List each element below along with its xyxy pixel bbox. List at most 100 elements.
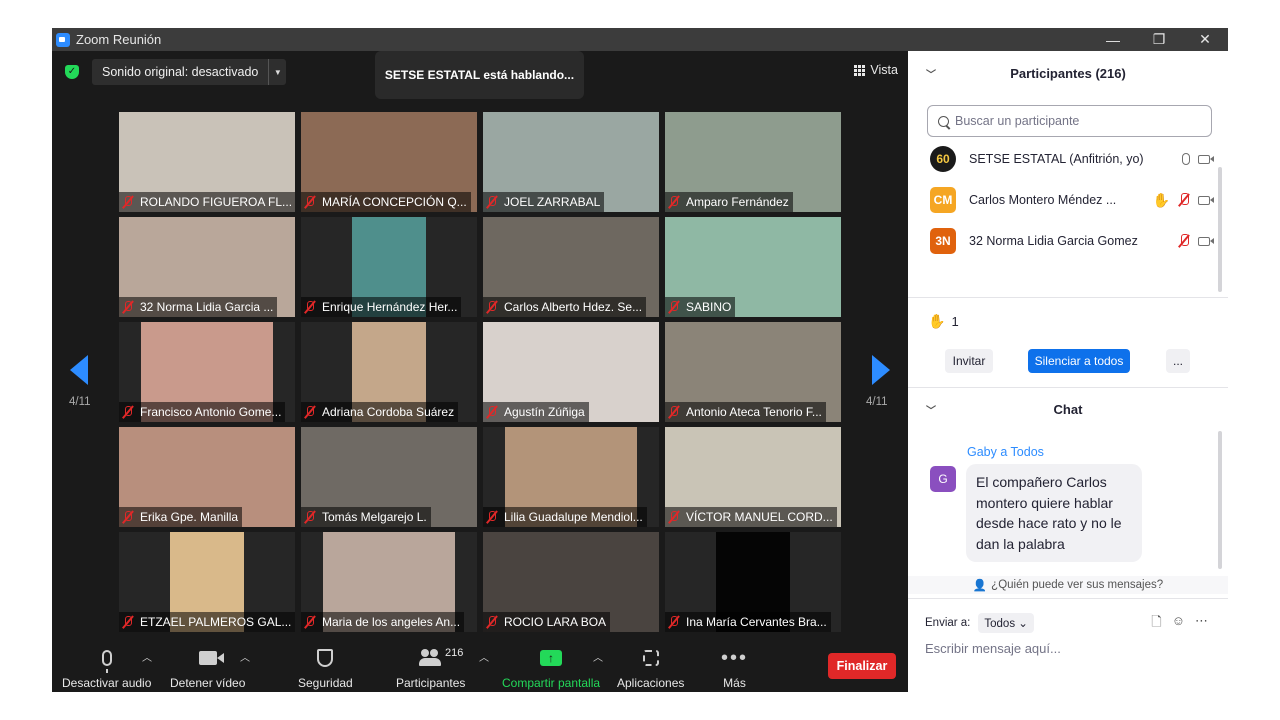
muted-microphone-icon [667, 510, 681, 524]
collapse-chevron-icon[interactable]: ﹀ [926, 66, 936, 81]
muted-microphone-icon [485, 300, 499, 314]
view-button[interactable]: Vista [854, 63, 898, 77]
participant-row[interactable]: CM Carlos Montero Méndez ... ✋ [930, 184, 1214, 216]
original-sound-button[interactable]: Sonido original: desactivado ▼ [92, 59, 287, 85]
chat-tools: 🗋 ☺ ⋯ [1151, 613, 1208, 635]
participant-name: Adriana Cordoba Suárez [322, 405, 455, 419]
participant-name-tag: SABINO [665, 297, 736, 317]
muted-microphone-icon [121, 510, 135, 524]
participants-title: Participantes (216) [1010, 65, 1126, 81]
video-tile[interactable]: Amparo Fernández [665, 112, 841, 212]
audio-options-caret-icon[interactable]: ︿ [142, 649, 152, 664]
avatar: 60 [930, 146, 956, 172]
muted-microphone-icon [667, 615, 681, 629]
participant-row[interactable]: 3N 32 Norma Lidia Garcia Gomez [930, 225, 1214, 257]
video-tile[interactable]: JOEL ZARRABAL [483, 112, 659, 212]
video-tile[interactable]: SABINO [665, 217, 841, 317]
more-button[interactable]: ••• Más [721, 645, 748, 690]
video-tile[interactable]: Francisco Antonio Gome... [119, 322, 295, 422]
muted-microphone-icon [485, 615, 499, 629]
muted-microphone-icon [121, 615, 135, 629]
end-meeting-button[interactable]: Finalizar [828, 653, 896, 679]
video-tile[interactable]: Enrique Hernández Her... [301, 217, 477, 317]
microphone-icon[interactable] [1182, 153, 1190, 165]
video-camera-icon[interactable] [1198, 154, 1214, 164]
zoom-window: Zoom Reunión — ❐ ✕ ✓ Sonido original: de… [52, 28, 1228, 692]
muted-microphone-icon[interactable] [1178, 234, 1190, 248]
video-tile[interactable]: Ina María Cervantes Bra... [665, 532, 841, 632]
video-tile[interactable]: Adriana Cordoba Suárez [301, 322, 477, 422]
video-tile[interactable]: Maria de los angeles An... [301, 532, 477, 632]
file-icon[interactable]: 🗋 [1151, 613, 1161, 635]
minimize-button[interactable]: — [1090, 32, 1136, 48]
share-screen-button[interactable]: ↑ Compartir pantalla [502, 645, 600, 690]
restore-button[interactable]: ❐ [1136, 31, 1182, 48]
encryption-shield-icon[interactable]: ✓ [65, 65, 79, 79]
participant-name: 32 Norma Lidia Garcia Gomez [969, 234, 1138, 248]
video-camera-icon[interactable] [1198, 195, 1214, 205]
more-options-button[interactable]: ... [1166, 349, 1190, 373]
participant-name-tag: Ina María Cervantes Bra... [665, 612, 831, 632]
participant-name-tag: Lilia Guadalupe Mendiol... [483, 507, 647, 527]
participant-name-tag: Maria de los angeles An... [301, 612, 465, 632]
search-placeholder: Buscar un participante [955, 114, 1080, 128]
participant-name-tag: Amparo Fernández [665, 192, 793, 212]
invite-button[interactable]: Invitar [945, 349, 993, 373]
video-tile[interactable]: Carlos Alberto Hdez. Se... [483, 217, 659, 317]
video-tile[interactable]: Agustín Zúñiga [483, 322, 659, 422]
who-can-see-link[interactable]: 👤 ¿Quién puede ver sus mensajes? [908, 576, 1228, 594]
muted-microphone-icon [667, 300, 681, 314]
video-tile[interactable]: ETZAEL PALMEROS GAL... [119, 532, 295, 632]
collapse-chevron-icon[interactable]: ﹀ [926, 402, 936, 417]
muted-microphone-icon[interactable] [1178, 193, 1190, 207]
participants-scrollbar[interactable] [1218, 167, 1222, 292]
video-tile[interactable]: 32 Norma Lidia Garcia ... [119, 217, 295, 317]
chat-scrollbar[interactable] [1218, 431, 1222, 569]
participant-name-tag: ROCIO LARA BOA [483, 612, 611, 632]
video-options-caret-icon[interactable]: ︿ [240, 649, 250, 664]
previous-page-arrow-icon[interactable] [70, 355, 88, 385]
divider [908, 598, 1228, 599]
participant-name: ROCIO LARA BOA [504, 615, 607, 629]
stop-video-button[interactable]: Detener vídeo [170, 645, 245, 690]
participants-header: ﹀ Participantes (216) [908, 51, 1228, 95]
video-camera-icon [198, 651, 224, 665]
participant-name-tag: VÍCTOR MANUEL CORD... [665, 507, 837, 527]
video-camera-icon[interactable] [1198, 236, 1214, 246]
close-button[interactable]: ✕ [1182, 31, 1228, 48]
chat-sender[interactable]: Gaby a Todos [967, 445, 1044, 459]
recipient-select[interactable]: Todos ⌄ [978, 613, 1034, 633]
participants-button[interactable]: 216 Participantes [396, 645, 465, 690]
share-options-caret-icon[interactable]: ︿ [593, 649, 603, 664]
video-tile[interactable]: Lilia Guadalupe Mendiol... [483, 427, 659, 527]
security-button[interactable]: Seguridad [298, 645, 353, 690]
apps-button[interactable]: Aplicaciones [617, 645, 684, 690]
video-tile[interactable]: ROCIO LARA BOA [483, 532, 659, 632]
send-to-row: Enviar a: Todos ⌄ [925, 613, 1034, 633]
chat-message-input[interactable]: Escribir mensaje aquí... [925, 641, 1061, 656]
video-tile[interactable]: MARÍA CONCEPCIÓN Q... [301, 112, 477, 212]
video-tile[interactable]: Antonio Ateca Tenorio F... [665, 322, 841, 422]
more-dots-icon[interactable]: ⋯ [1195, 613, 1208, 635]
participants-options-caret-icon[interactable]: ︿ [479, 649, 489, 664]
chat-header: ﹀ Chat [908, 393, 1228, 425]
next-page-arrow-icon[interactable] [872, 355, 890, 385]
video-tile[interactable]: ROLANDO FIGUEROA FL... [119, 112, 295, 212]
chevron-down-icon[interactable]: ▼ [268, 59, 286, 85]
mute-audio-button[interactable]: Desactivar audio [62, 645, 151, 690]
video-tile[interactable]: Tomás Melgarejo L. [301, 427, 477, 527]
participant-name: ROLANDO FIGUEROA FL... [140, 195, 293, 209]
emoji-icon[interactable]: ☺ [1172, 613, 1185, 635]
participant-name: Amparo Fernández [686, 195, 789, 209]
participant-name-tag: ETZAEL PALMEROS GAL... [119, 612, 295, 632]
video-tile[interactable]: Erika Gpe. Manilla [119, 427, 295, 527]
video-tile[interactable]: VÍCTOR MANUEL CORD... [665, 427, 841, 527]
more-dots-icon: ••• [721, 647, 749, 669]
participant-name: Carlos Montero Méndez ... [969, 193, 1117, 207]
mute-all-button[interactable]: Silenciar a todos [1028, 349, 1130, 373]
share-screen-label: Compartir pantalla [502, 676, 601, 690]
zoom-logo-icon [56, 32, 70, 47]
participant-name: Carlos Alberto Hdez. Se... [504, 300, 643, 314]
participant-row[interactable]: 60 SETSE ESTATAL (Anfitrión, yo) [930, 143, 1214, 175]
participant-search-input[interactable]: Buscar un participante [927, 105, 1212, 137]
